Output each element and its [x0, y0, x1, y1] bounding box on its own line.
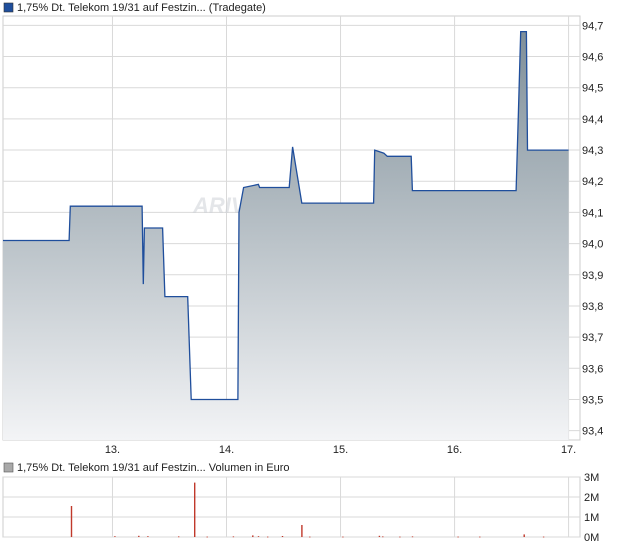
volume-bar	[301, 525, 303, 537]
volume-plot-background	[2, 476, 581, 538]
price-x-tick-label: 14.	[219, 444, 234, 456]
price-x-tick-label: 17.	[561, 444, 576, 456]
price-y-tick-label: 93,4	[582, 426, 603, 438]
volume-bar	[194, 482, 196, 537]
price-y-tick-label: 94,1	[582, 207, 603, 219]
volume-bar	[411, 536, 414, 538]
volume-bar	[378, 535, 381, 537]
price-y-tick-label: 94,3	[582, 145, 603, 157]
price-y-tick-label: 94,5	[582, 83, 603, 95]
price-y-tick-label: 93,6	[582, 363, 603, 375]
volume-panel: 3M 2M 1M 0M	[2, 472, 599, 544]
volume-bar	[252, 535, 254, 537]
price-x-tick-label: 15.	[333, 444, 348, 456]
chart-root: 1,75% Dt. Telekom 19/31 auf Festzin... (…	[2, 2, 603, 544]
price-y-tick-label: 93,5	[582, 394, 603, 406]
volume-bar	[147, 536, 149, 537]
volume-bar	[267, 536, 269, 538]
volume-bar	[138, 535, 140, 537]
volume-bar	[257, 536, 260, 537]
volume-bar	[457, 536, 459, 538]
price-legend-swatch	[3, 2, 14, 13]
volume-y-tick-label: 3M	[584, 472, 599, 484]
volume-bar	[309, 536, 311, 538]
price-y-tick-label: 94,0	[582, 239, 603, 251]
volume-y-tick-label: 2M	[584, 492, 599, 504]
volume-bar	[542, 536, 545, 538]
volume-y-axis: 3M 2M 1M 0M	[584, 472, 599, 544]
price-y-tick-label: 94,6	[582, 52, 603, 64]
volume-bar	[399, 536, 401, 538]
price-y-tick-label: 94,7	[582, 20, 603, 32]
price-x-axis: 13. 14. 15. 16. 17.	[105, 444, 576, 456]
volume-bar	[178, 536, 180, 538]
price-x-tick-label: 16.	[447, 444, 462, 456]
volume-legend-swatch	[3, 462, 14, 473]
volume-legend-label: 1,75% Dt. Telekom 19/31 auf Festzin... V…	[17, 462, 290, 474]
volume-y-tick-label: 1M	[584, 512, 599, 524]
volume-bar	[342, 536, 344, 538]
volume-bar	[206, 536, 208, 538]
price-panel: ARIVA 93,493,593,693,793,893,994,094,194…	[2, 15, 603, 456]
volume-bar	[523, 534, 525, 537]
price-x-tick-label: 13.	[105, 444, 120, 456]
volume-bar	[281, 536, 284, 537]
price-y-tick-label: 93,9	[582, 270, 603, 282]
volume-bar	[232, 536, 235, 538]
volume-bar	[114, 536, 116, 537]
volume-bar	[70, 506, 73, 537]
price-y-tick-label: 94,4	[582, 114, 603, 126]
price-y-axis: 93,4 93,5 93,6 93,7 93,8 93,9 94,0 94,1 94,2 94,3…	[582, 20, 603, 437]
price-y-tick-label: 94,2	[582, 176, 603, 188]
volume-y-tick-label: 0M	[584, 532, 599, 544]
price-legend-label: 1,75% Dt. Telekom 19/31 auf Festzin... (…	[17, 2, 266, 14]
volume-bar	[382, 536, 384, 538]
price-y-tick-label: 93,7	[582, 332, 603, 344]
price-y-tick-label: 93,8	[582, 301, 603, 313]
volume-bar	[479, 536, 481, 538]
